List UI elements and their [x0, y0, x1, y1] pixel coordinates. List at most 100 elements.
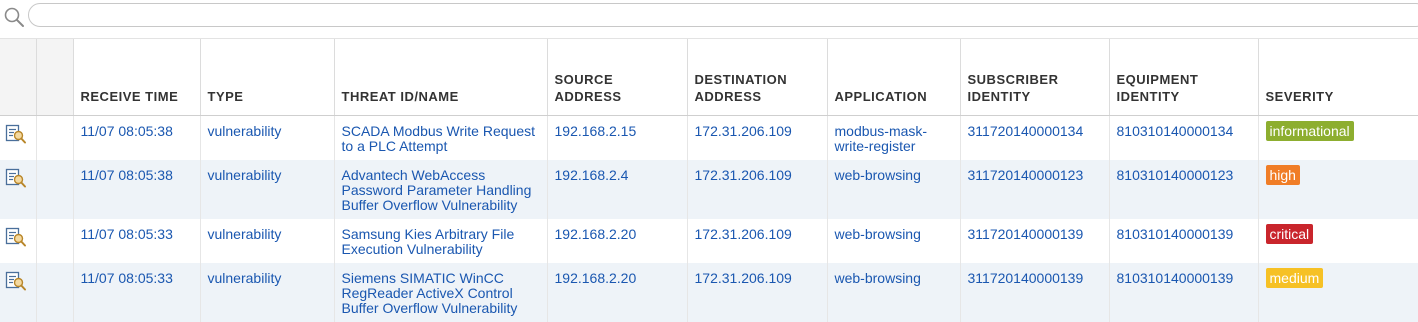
destination-address-cell: 172.31.206.109	[687, 219, 827, 263]
type-cell: vulnerability	[200, 116, 334, 161]
subscriber-identity-cell: 311720140000134	[960, 116, 1109, 161]
receive-time-cell: 11/07 08:05:33	[73, 219, 200, 263]
source-address-cell: 192.168.2.20	[547, 219, 687, 263]
header-blank-column	[36, 39, 73, 116]
destination-address-link[interactable]: 172.31.206.109	[695, 168, 792, 183]
receive-time-link[interactable]: 11/07 08:05:38	[81, 124, 173, 139]
equipment-identity-link[interactable]: 810310140000139	[1117, 227, 1234, 242]
severity-cell: high	[1258, 160, 1418, 219]
detailed-log-view-icon[interactable]	[5, 227, 27, 247]
search-icon[interactable]	[2, 5, 26, 29]
destination-address-link[interactable]: 172.31.206.109	[695, 124, 792, 139]
threat-cell: Siemens SIMATIC WinCC RegReader ActiveX …	[334, 263, 547, 322]
destination-address-link[interactable]: 172.31.206.109	[695, 227, 792, 242]
equipment-identity-cell: 810310140000139	[1109, 263, 1258, 322]
receive-time-link[interactable]: 11/07 08:05:33	[81, 271, 173, 286]
threat-name-link[interactable]: SCADA Modbus Write Request to a PLC Atte…	[342, 124, 540, 154]
header-type[interactable]: TYPE	[200, 39, 334, 116]
detail-cell	[0, 160, 36, 219]
source-address-cell: 192.168.2.15	[547, 116, 687, 161]
receive-time-cell: 11/07 08:05:38	[73, 116, 200, 161]
detail-cell	[0, 263, 36, 322]
application-cell: web-browsing	[827, 160, 960, 219]
blank-cell	[36, 116, 73, 161]
application-cell: web-browsing	[827, 263, 960, 322]
severity-badge[interactable]: informational	[1266, 121, 1354, 141]
filter-bar	[0, 0, 1418, 39]
blank-cell	[36, 219, 73, 263]
application-cell: modbus-mask-write-register	[827, 116, 960, 161]
blank-cell	[36, 160, 73, 219]
detailed-log-view-icon[interactable]	[5, 168, 27, 188]
detailed-log-view-icon[interactable]	[5, 124, 27, 144]
type-link[interactable]: vulnerability	[208, 168, 282, 183]
equipment-identity-cell: 810310140000123	[1109, 160, 1258, 219]
type-link[interactable]: vulnerability	[208, 227, 282, 242]
receive-time-link[interactable]: 11/07 08:05:38	[81, 168, 173, 183]
application-link[interactable]: web-browsing	[835, 168, 921, 183]
subscriber-identity-link[interactable]: 311720140000139	[968, 271, 1084, 286]
header-equipment-identity[interactable]: EQUIPMENT IDENTITY	[1109, 39, 1258, 116]
threat-name-link[interactable]: Samsung Kies Arbitrary File Execution Vu…	[342, 227, 540, 257]
subscriber-identity-link[interactable]: 311720140000123	[968, 168, 1084, 183]
detailed-log-view-icon[interactable]	[5, 271, 27, 291]
header-application[interactable]: APPLICATION	[827, 39, 960, 116]
severity-badge[interactable]: medium	[1266, 268, 1324, 288]
threat-log-table: RECEIVE TIME TYPE THREAT ID/NAME SOURCE …	[0, 39, 1418, 322]
threat-cell: SCADA Modbus Write Request to a PLC Atte…	[334, 116, 547, 161]
source-address-link[interactable]: 192.168.2.4	[555, 168, 629, 183]
receive-time-link[interactable]: 11/07 08:05:33	[81, 227, 173, 242]
header-severity[interactable]: SEVERITY	[1258, 39, 1418, 116]
table-row: 11/07 08:05:38 vulnerability SCADA Modbu…	[0, 116, 1418, 161]
subscriber-identity-link[interactable]: 311720140000134	[968, 124, 1084, 139]
severity-cell: informational	[1258, 116, 1418, 161]
table-header: RECEIVE TIME TYPE THREAT ID/NAME SOURCE …	[0, 39, 1418, 116]
header-receive-time[interactable]: RECEIVE TIME	[73, 39, 200, 116]
severity-badge[interactable]: critical	[1266, 224, 1314, 244]
header-source-address[interactable]: SOURCE ADDRESS	[547, 39, 687, 116]
table-row: 11/07 08:05:38 vulnerability Advantech W…	[0, 160, 1418, 219]
equipment-identity-cell: 810310140000139	[1109, 219, 1258, 263]
destination-address-cell: 172.31.206.109	[687, 116, 827, 161]
header-destination-address[interactable]: DESTINATION ADDRESS	[687, 39, 827, 116]
type-cell: vulnerability	[200, 160, 334, 219]
application-link[interactable]: web-browsing	[835, 227, 921, 242]
receive-time-cell: 11/07 08:05:38	[73, 160, 200, 219]
receive-time-cell: 11/07 08:05:33	[73, 263, 200, 322]
type-link[interactable]: vulnerability	[208, 124, 282, 139]
type-cell: vulnerability	[200, 219, 334, 263]
equipment-identity-link[interactable]: 810310140000139	[1117, 271, 1234, 286]
subscriber-identity-cell: 311720140000139	[960, 219, 1109, 263]
detail-cell	[0, 116, 36, 161]
severity-badge[interactable]: high	[1266, 165, 1300, 185]
source-address-link[interactable]: 192.168.2.15	[555, 124, 637, 139]
source-address-cell: 192.168.2.20	[547, 263, 687, 322]
header-subscriber-identity[interactable]: SUBSCRIBER IDENTITY	[960, 39, 1109, 116]
subscriber-identity-cell: 311720140000139	[960, 263, 1109, 322]
application-link[interactable]: web-browsing	[835, 271, 921, 286]
application-cell: web-browsing	[827, 219, 960, 263]
threat-cell: Samsung Kies Arbitrary File Execution Vu…	[334, 219, 547, 263]
type-cell: vulnerability	[200, 263, 334, 322]
source-address-link[interactable]: 192.168.2.20	[555, 271, 637, 286]
equipment-identity-link[interactable]: 810310140000134	[1117, 124, 1234, 139]
header-threat-id-name[interactable]: THREAT ID/NAME	[334, 39, 547, 116]
equipment-identity-cell: 810310140000134	[1109, 116, 1258, 161]
table-row: 11/07 08:05:33 vulnerability Samsung Kie…	[0, 219, 1418, 263]
table-row: 11/07 08:05:33 vulnerability Siemens SIM…	[0, 263, 1418, 322]
source-address-link[interactable]: 192.168.2.20	[555, 227, 637, 242]
severity-cell: medium	[1258, 263, 1418, 322]
threat-name-link[interactable]: Advantech WebAccess Password Parameter H…	[342, 168, 540, 213]
threat-cell: Advantech WebAccess Password Parameter H…	[334, 160, 547, 219]
destination-address-cell: 172.31.206.109	[687, 160, 827, 219]
threat-name-link[interactable]: Siemens SIMATIC WinCC RegReader ActiveX …	[342, 271, 540, 316]
destination-address-cell: 172.31.206.109	[687, 263, 827, 322]
header-detail-column	[0, 39, 36, 116]
type-link[interactable]: vulnerability	[208, 271, 282, 286]
search-input[interactable]	[28, 3, 1418, 27]
subscriber-identity-link[interactable]: 311720140000139	[968, 227, 1084, 242]
equipment-identity-link[interactable]: 810310140000123	[1117, 168, 1234, 183]
destination-address-link[interactable]: 172.31.206.109	[695, 271, 792, 286]
subscriber-identity-cell: 311720140000123	[960, 160, 1109, 219]
application-link[interactable]: modbus-mask-write-register	[835, 124, 953, 154]
